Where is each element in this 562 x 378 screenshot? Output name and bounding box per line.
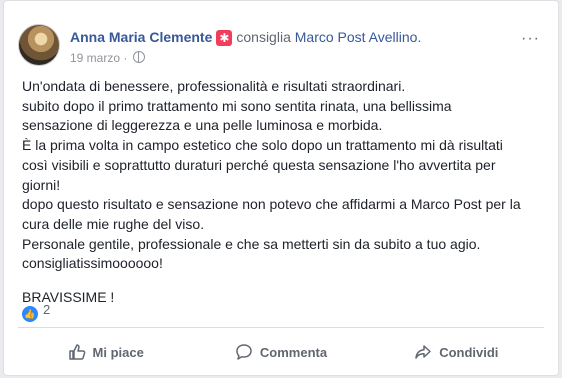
more-options-icon[interactable]: ··· <box>521 30 540 48</box>
post-text-line: subito dopo il primo trattamento mi sono… <box>22 97 452 114</box>
share-button[interactable]: Condividi <box>369 335 544 369</box>
post-text-line: dopo questo risultato e sensazione non p… <box>22 196 521 213</box>
action-bar: Mi piace Commenta Condividi <box>18 335 544 369</box>
share-icon <box>415 345 431 359</box>
post-title-line: Anna Maria Clemente ✱ consiglia Marco Post… <box>70 29 422 46</box>
post-header: Anna Maria Clemente ✱ consiglia Marco Post… <box>18 18 544 66</box>
meta-separator: · <box>123 51 128 65</box>
post-closing: BRAVISSIME ! <box>22 289 115 306</box>
post-text-line: così visibili e soprattutto duraturi per… <box>22 156 496 173</box>
reaction-count: 2 <box>43 302 51 317</box>
post-card: Anna Maria Clemente ✱ consiglia Marco Post… <box>3 0 559 376</box>
post-text-line: cura delle mie rughe del viso. <box>22 215 205 232</box>
like-reaction-icon: 👍 <box>22 306 38 322</box>
action-divider <box>18 327 544 328</box>
globe-icon <box>132 51 145 63</box>
post-text-line: È la prima volta in campo estetico che s… <box>22 137 503 154</box>
like-button[interactable]: Mi piace <box>18 335 193 369</box>
like-label: Mi piace <box>92 344 144 360</box>
recommend-verb: consiglia <box>236 29 291 45</box>
thumbs-up-icon <box>68 344 85 360</box>
post-date[interactable]: 19 marzo <box>70 51 120 65</box>
post-text-line: sensazione di leggerezza e una pelle lum… <box>22 117 383 134</box>
post-text-line: consigliatissimoooooo! <box>22 255 163 272</box>
post-text-line: Personale gentile, professionale e che s… <box>22 235 481 252</box>
comment-label: Commenta <box>259 344 328 360</box>
recommend-icon: ✱ <box>216 30 233 46</box>
post-meta: 19 marzo · <box>70 50 145 65</box>
comment-icon <box>236 344 252 360</box>
reaction-summary[interactable]: 👍 2 <box>22 302 50 322</box>
author-name[interactable]: Anna Maria Clemente <box>70 29 212 45</box>
page-link[interactable]: Marco Post Avellino. <box>295 29 422 45</box>
comment-button[interactable]: Commenta <box>193 335 368 369</box>
avatar[interactable] <box>18 24 60 66</box>
share-label: Condividi <box>439 344 499 360</box>
post-text: Un'ondata di benessere, professionalità … <box>22 77 542 308</box>
post-text-line: Un'ondata di benessere, professionalità … <box>22 78 406 94</box>
post-text-line: giorni! <box>22 176 61 193</box>
